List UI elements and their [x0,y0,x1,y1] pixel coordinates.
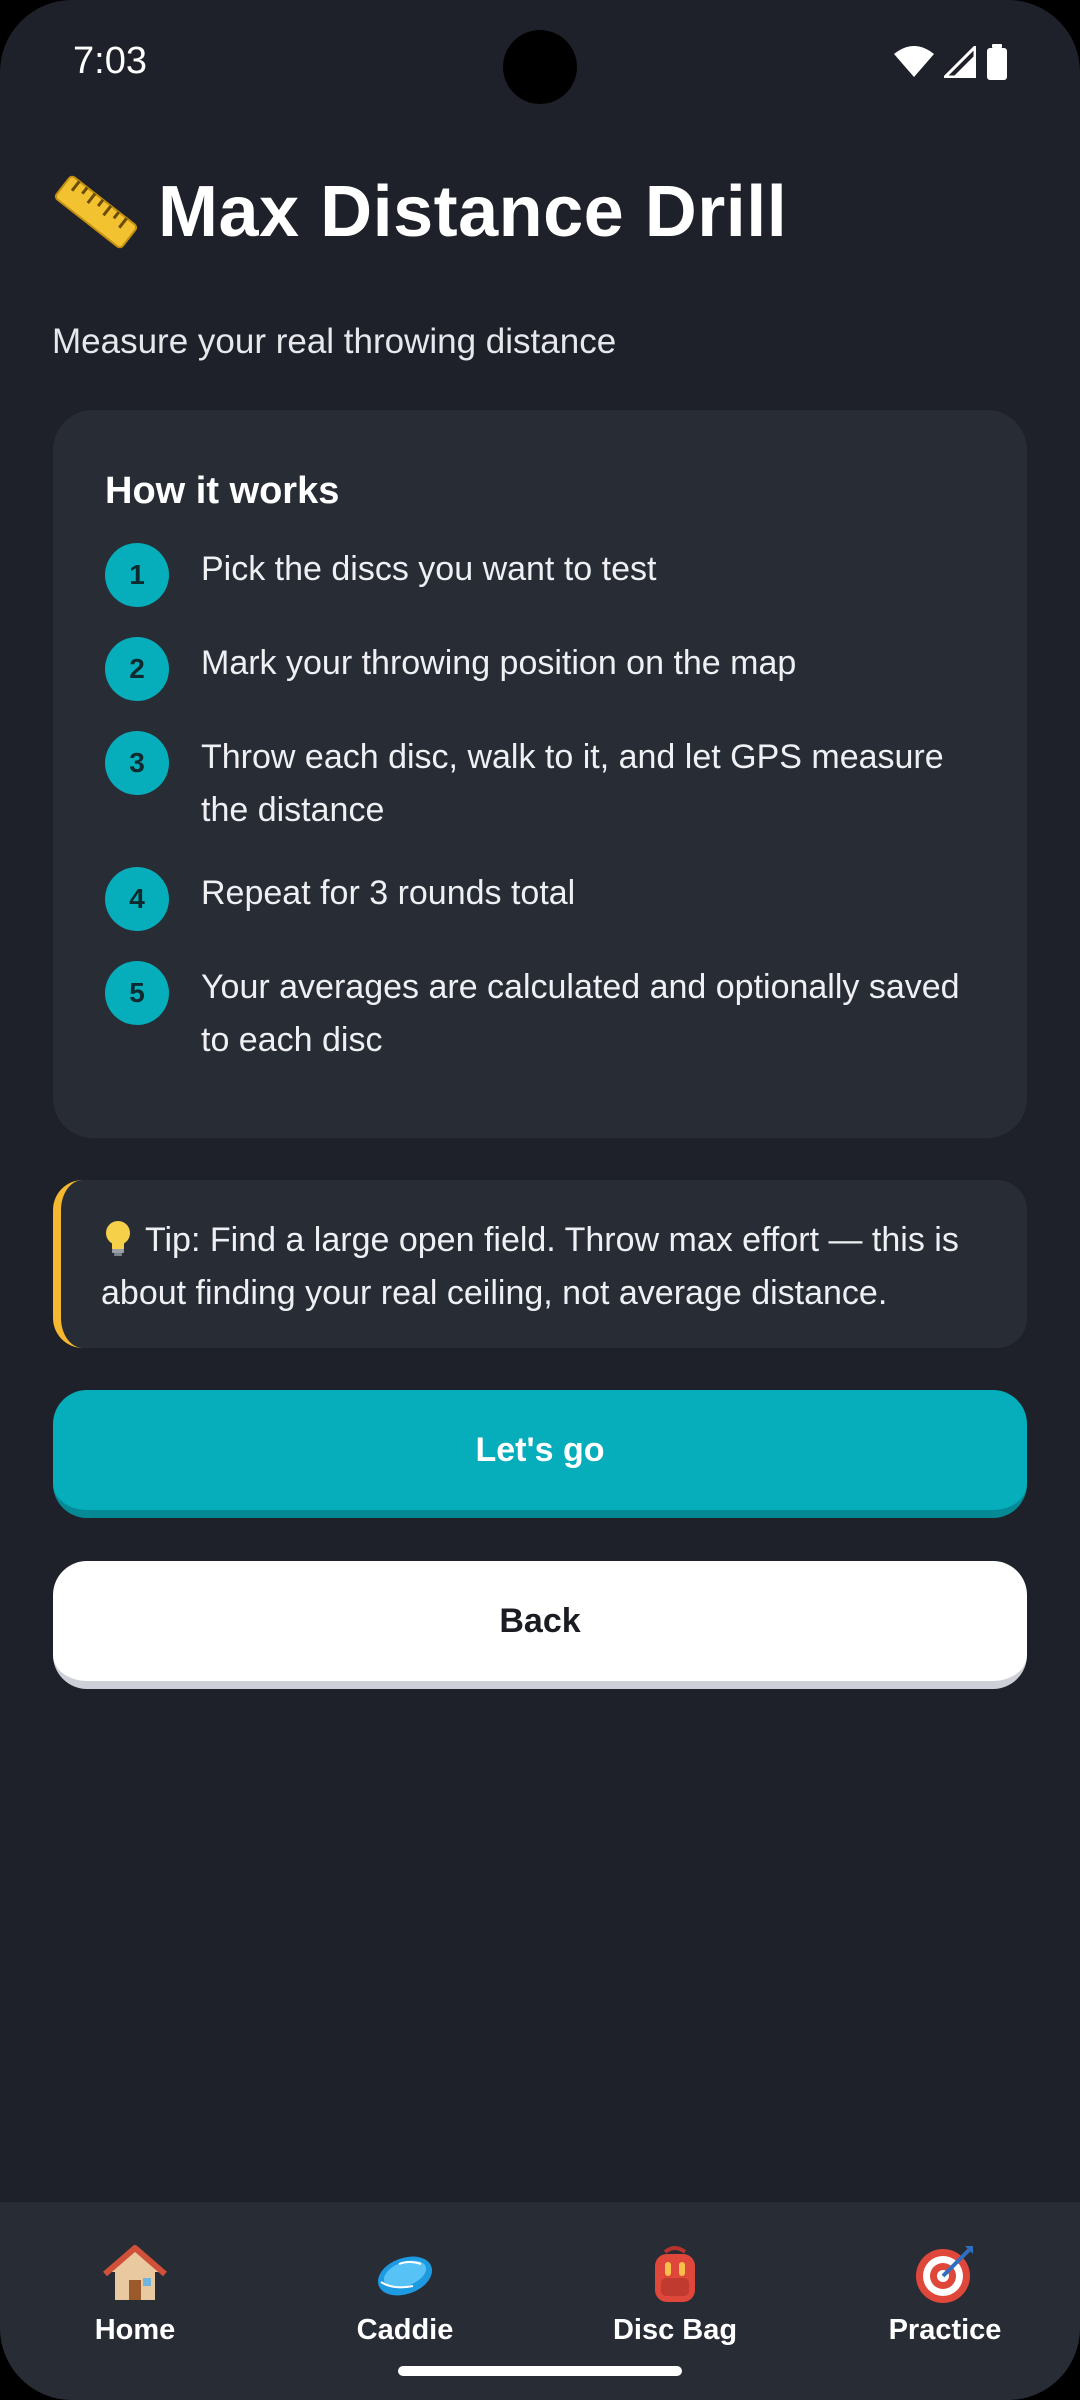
nav-label: Home [94,2314,176,2346]
page-subtitle: Measure your real throwing distance [52,322,617,361]
step-item: 4 Repeat for 3 rounds total [105,867,975,931]
nav-label: Disc Bag [612,2314,738,2346]
tip-card: Tip: Find a large open field. Throw max … [53,1180,1027,1348]
status-icons [894,44,1008,80]
app-screen: 7:03 Max Distance Drill Measure your rea… [0,0,1080,2400]
step-text: Throw each disc, walk to it, and let GPS… [201,738,944,829]
home-icon [103,2245,167,2300]
status-time: 7:03 [73,40,147,82]
step-number: 4 [105,867,169,931]
title-row: Max Distance Drill [52,168,787,256]
tip-text-wrapper: Tip: Find a large open field. Throw max … [101,1214,989,1320]
nav-item-home[interactable]: Home [0,2202,270,2400]
lightbulb-icon [106,1221,130,1256]
step-item: 1 Pick the discs you want to test [105,543,975,607]
step-text: Pick the discs you want to test [201,550,657,588]
how-it-works-title: How it works [105,470,340,512]
nav-item-practice[interactable]: Practice [810,2202,1080,2400]
step-number: 3 [105,731,169,795]
wifi-icon [894,46,934,77]
tip-text: Tip: Find a large open field. Throw max … [101,1221,959,1312]
lets-go-button[interactable]: Let's go [53,1390,1027,1518]
status-bar: 7:03 [0,0,1080,130]
backpack-icon [655,2246,695,2302]
step-text: Your averages are calculated and optiona… [201,968,960,1059]
back-button[interactable]: Back [53,1561,1027,1689]
nav-label: Caddie [356,2314,454,2346]
step-item: 5 Your averages are calculated and optio… [105,961,975,1067]
page-title: Max Distance Drill [158,172,788,252]
step-number: 1 [105,543,169,607]
step-number: 2 [105,637,169,701]
battery-icon [987,44,1007,80]
target-icon [916,2246,973,2303]
step-number: 5 [105,961,169,1025]
home-indicator[interactable] [398,2366,682,2376]
signal-icon [944,46,976,78]
how-it-works-card: How it works 1 Pick the discs you want t… [53,410,1027,1138]
step-item: 2 Mark your throwing position on the map [105,637,975,701]
step-item: 3 Throw each disc, walk to it, and let G… [105,731,975,837]
step-text: Mark your throwing position on the map [201,644,797,682]
ruler-icon [54,175,138,249]
step-text: Repeat for 3 rounds total [201,874,576,912]
disc-icon [377,2256,433,2296]
nav-label: Practice [888,2314,1002,2346]
camera-cutout [503,30,577,104]
